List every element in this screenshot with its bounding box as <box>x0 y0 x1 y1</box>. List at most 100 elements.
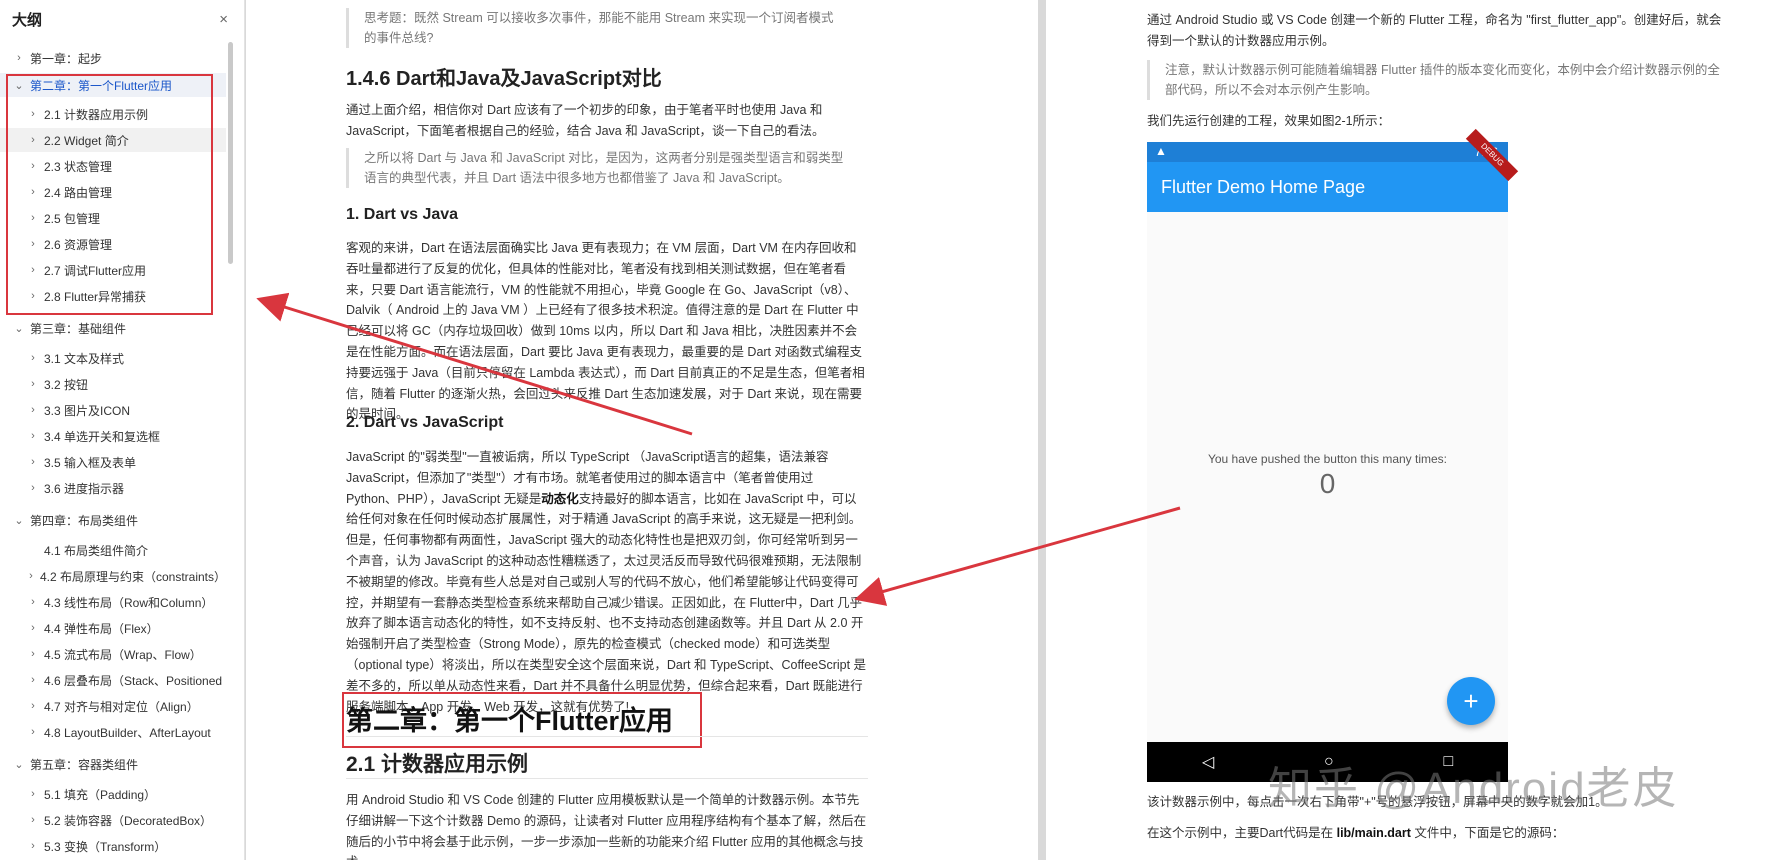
outline-item[interactable]: › 5.3 变换（Transform） <box>0 834 226 858</box>
chevron-right-icon[interactable]: › <box>26 352 40 364</box>
chevron-right-icon[interactable]: › <box>26 456 40 468</box>
app-bar-title: Flutter Demo Home Page <box>1161 176 1366 197</box>
chevron-down-icon[interactable]: ⌄ <box>12 79 26 92</box>
phone-app-bar: Flutter Demo Home Page <box>1147 162 1508 212</box>
outline-item[interactable]: › 4.4 弹性布局（Flex） <box>0 616 226 640</box>
outline-item-label: 第五章：容器类组件 <box>30 757 139 772</box>
outline-item-label: 2.1 计数器应用示例 <box>44 107 149 122</box>
outline-item[interactable]: › 2.7 调试Flutter应用 <box>0 258 226 282</box>
heading-dart-vs-js: 2. Dart vs JavaScript <box>346 414 504 431</box>
chevron-right-icon[interactable]: › <box>26 648 40 660</box>
outline-scrollbar[interactable] <box>228 42 233 264</box>
outline-item[interactable]: › 2.1 计数器应用示例 <box>0 102 226 126</box>
phone-screenshot: ▲ 7:06 DEBUG Flutter Demo Home Page You … <box>1147 128 1519 782</box>
outline-item-label: 3.1 文本及样式 <box>44 351 125 366</box>
heading-1-4-6: 1.4.6 Dart和Java及JavaScript对比 <box>346 68 662 90</box>
chevron-right-icon[interactable]: › <box>26 570 36 582</box>
counter-value: 0 <box>1319 468 1336 499</box>
chevron-right-icon[interactable]: › <box>26 622 40 634</box>
outline-item[interactable]: › 4.8 LayoutBuilder、AfterLayout <box>0 720 226 744</box>
chevron-right-icon[interactable]: › <box>26 186 40 198</box>
chevron-right-icon[interactable]: › <box>26 264 40 276</box>
text-span: 文件中，下面是它的源码： <box>1410 826 1565 840</box>
chevron-right-icon[interactable]: › <box>26 108 40 120</box>
chevron-right-icon[interactable]: › <box>26 134 40 146</box>
chevron-right-icon[interactable]: › <box>12 52 26 64</box>
chevron-right-icon[interactable]: › <box>26 238 40 250</box>
text-span: 在这个示例中，主要Dart代码是在 <box>1147 826 1337 840</box>
outline-item[interactable]: › 3.3 图片及ICON <box>0 398 226 422</box>
outline-item[interactable]: › 4.5 流式布局（Wrap、Flow） <box>0 642 226 666</box>
outline-item[interactable]: › 2.5 包管理 <box>0 206 226 230</box>
outline-item[interactable]: ⌄ 第三章：基础组件 <box>0 316 226 340</box>
chevron-right-icon[interactable]: › <box>26 430 40 442</box>
outline-item[interactable]: › 3.6 进度指示器 <box>0 476 226 500</box>
phone-body: You have pushed the button this many tim… <box>1147 212 1508 742</box>
outline-item[interactable]: › 2.3 状态管理 <box>0 154 226 178</box>
outline-item[interactable]: › 4.2 布局原理与约束（constraints） <box>0 564 226 588</box>
comparison-quote: 之所以将 Dart 与 Java 和 JavaScript 对比，是因为，这两者… <box>346 148 849 188</box>
chevron-right-icon[interactable]: › <box>26 378 40 390</box>
outline-item[interactable]: › 4.3 线性布局（Row和Column） <box>0 590 226 614</box>
outline-item[interactable]: › 3.1 文本及样式 <box>0 346 226 370</box>
outline-item[interactable]: › 4.6 层叠布局（Stack、Positioned <box>0 668 226 692</box>
chevron-down-icon[interactable]: ⌄ <box>12 758 26 771</box>
outline-item[interactable]: ⌄ 第四章：布局类组件 <box>0 508 226 532</box>
text-span: 支持最好的脚本语言，比如在 JavaScript 中，可以给任何对象在任何时候动… <box>346 491 867 714</box>
heading-dart-vs-java: 1. Dart vs Java <box>346 206 459 223</box>
chevron-down-icon[interactable]: ⌄ <box>12 514 26 527</box>
outline-item[interactable]: › 2.2 Widget 简介 <box>0 128 226 152</box>
highlight-box-heading <box>342 692 702 748</box>
chevron-right-icon[interactable]: › <box>26 160 40 172</box>
outline-item[interactable]: › 5.1 填充（Padding） <box>0 782 226 806</box>
chevron-right-icon[interactable]: › <box>26 212 40 224</box>
chevron-right-icon[interactable]: › <box>26 290 40 302</box>
outline-item[interactable]: › 5.2 装饰容器（DecoratedBox） <box>0 808 226 832</box>
chevron-right-icon[interactable]: › <box>26 814 40 826</box>
bold-text: 动态化 <box>541 491 579 506</box>
document-page-left: 思考题：既然 Stream 可以接收多次事件，那能不能用 Stream 来实现一… <box>246 0 1038 860</box>
outline-item[interactable]: ⌄ 第五章：容器类组件 <box>0 752 226 776</box>
document-page-right: 通过 Android Studio 或 VS Code 创建一个新的 Flutt… <box>1046 0 1789 860</box>
outline-item-label: 3.6 进度指示器 <box>44 481 125 496</box>
outline-item-label: 5.1 填充（Padding） <box>44 787 157 802</box>
outline-item[interactable]: › 2.6 资源管理 <box>0 232 226 256</box>
outline-item-label: 第四章：布局类组件 <box>30 513 139 528</box>
outline-item[interactable]: ⌄ 第二章：第一个Flutter应用 <box>0 73 226 97</box>
outline-item[interactable]: › 3.2 按钮 <box>0 372 226 396</box>
divider <box>346 778 868 779</box>
chevron-down-icon[interactable]: ⌄ <box>12 322 26 335</box>
chevron-right-icon[interactable]: › <box>26 596 40 608</box>
chevron-right-icon[interactable]: › <box>26 404 40 416</box>
outline-item-label: 2.7 调试Flutter应用 <box>44 263 147 278</box>
chevron-right-icon[interactable]: › <box>26 726 40 738</box>
chevron-right-icon[interactable]: › <box>26 840 40 852</box>
outline-item[interactable]: › 第一章：起步 <box>0 46 226 70</box>
outline-item[interactable]: › 3.5 输入框及表单 <box>0 450 226 474</box>
chevron-right-icon[interactable]: › <box>26 482 40 494</box>
outline-item-label: 第一章：起步 <box>30 51 103 66</box>
outline-header: 大纲 × <box>0 0 244 38</box>
chevron-right-icon[interactable]: › <box>26 788 40 800</box>
fab-add-button[interactable]: + <box>1447 677 1495 725</box>
chevron-right-icon[interactable]: › <box>26 700 40 712</box>
outline-item[interactable]: › 3.4 单选开关和复选框 <box>0 424 226 448</box>
outline-item-label: 3.4 单选开关和复选框 <box>44 429 161 444</box>
paragraph-create-project: 通过 Android Studio 或 VS Code 创建一个新的 Flutt… <box>1147 13 1722 48</box>
outline-item-label: 2.3 状态管理 <box>44 159 113 174</box>
outline-item[interactable]: › 2.4 路由管理 <box>0 180 226 204</box>
chevron-right-icon[interactable]: › <box>26 674 40 686</box>
outline-item-label: 4.4 弹性布局（Flex） <box>44 621 159 636</box>
back-icon[interactable]: ◁ <box>1202 752 1214 772</box>
outline-item-label: 4.7 对齐与相对定位（Align） <box>44 699 199 714</box>
outline-item-label: 4.5 流式布局（Wrap、Flow） <box>44 647 202 662</box>
outline-item[interactable]: 4.1 布局类组件简介 <box>0 538 226 562</box>
close-icon[interactable]: × <box>219 11 228 28</box>
outline-item[interactable]: › 4.7 对齐与相对定位（Align） <box>0 694 226 718</box>
outline-panel: 大纲 × › 第一章：起步 ⌄ 第二章：第一个Flutter应用 › 2.1 计数器应用示… <box>0 0 245 860</box>
outline-item-label: 2.5 包管理 <box>44 211 101 226</box>
paragraph-dart-js: JavaScript 的"弱类型"一直被诟病，所以 TypeScript （Ja… <box>346 447 868 717</box>
outline-item[interactable]: › 2.8 Flutter异常捕获 <box>0 284 226 308</box>
file-path: lib/main.dart <box>1336 826 1411 840</box>
outline-item-label: 4.1 布局类组件简介 <box>44 543 149 558</box>
